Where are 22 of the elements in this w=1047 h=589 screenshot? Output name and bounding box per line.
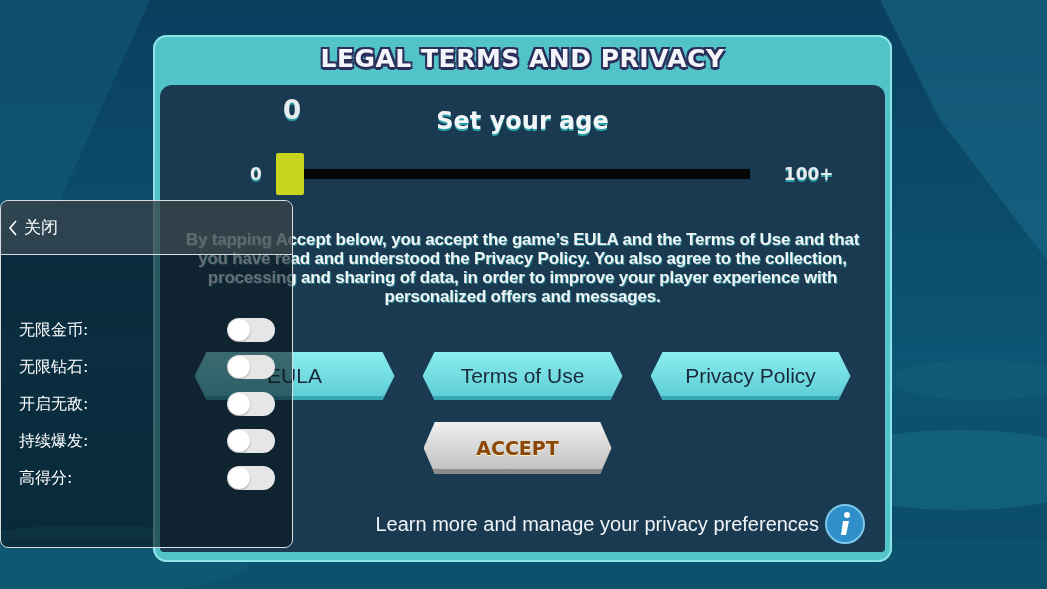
option-label: 高得分:	[19, 467, 73, 489]
toggle-switch[interactable]	[227, 466, 275, 490]
option-label: 无限钻石:	[19, 356, 89, 378]
toggle-switch[interactable]	[227, 429, 275, 453]
option-label: 持续爆发:	[19, 430, 89, 452]
option-label: 无限金币:	[19, 319, 89, 341]
slider-min-label: 0	[250, 164, 262, 184]
toggle-switch[interactable]	[227, 318, 275, 342]
close-button[interactable]: 关闭	[24, 216, 58, 239]
info-icon[interactable]	[825, 504, 865, 544]
accept-button[interactable]: ACCEPT	[423, 422, 612, 474]
dialog-title: LEGAL TERMS AND PRIVACY	[319, 42, 726, 75]
privacy-link[interactable]: Learn more and manage your privacy preferences	[375, 512, 819, 536]
slider-title: Set your age	[436, 107, 609, 135]
slider-max-label: 100+	[783, 164, 834, 184]
option-label: 开启无敌:	[19, 393, 89, 415]
back-chevron-icon[interactable]	[8, 218, 18, 237]
slider-value: 0	[281, 95, 303, 125]
toggle-switch[interactable]	[227, 392, 275, 416]
document-button[interactable]: Terms of Use	[422, 352, 623, 400]
document-button[interactable]: Privacy Policy	[650, 352, 851, 400]
slider-thumb[interactable]	[275, 153, 304, 195]
